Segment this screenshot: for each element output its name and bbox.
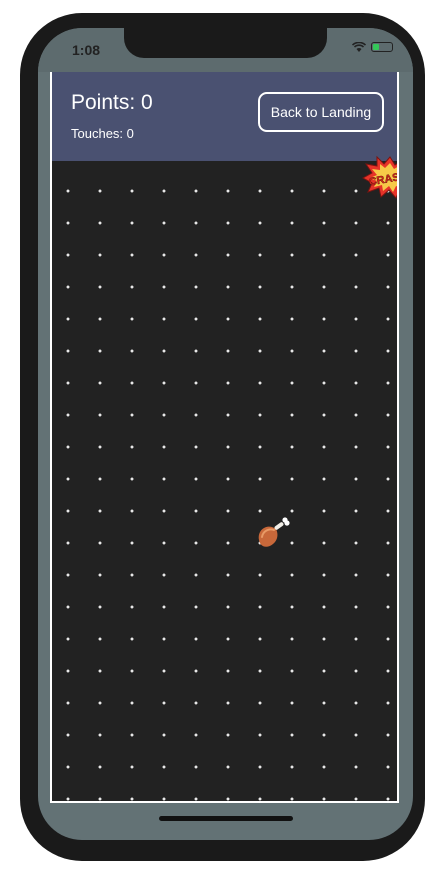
game-board[interactable]: Points: 0 Touches: 0 Back to Landing CRA… [50, 72, 399, 803]
status-time: 1:08 [72, 42, 101, 58]
score-header: Points: 0 Touches: 0 Back to Landing [52, 72, 397, 161]
wifi-icon [352, 42, 366, 52]
phone-screen: 1:08 Points: 0 Touches: 0 Back to Landin… [38, 28, 413, 840]
back-to-landing-button[interactable]: Back to Landing [258, 92, 384, 132]
crash-burst-icon: CRASH! [362, 155, 397, 199]
touches-label: Touches: 0 [71, 126, 134, 141]
battery-level [373, 44, 379, 50]
battery-icon [371, 42, 393, 52]
status-bar: 1:08 [38, 28, 413, 72]
chicken-drumstick-icon[interactable] [254, 515, 294, 555]
points-label: Points: 0 [71, 91, 153, 114]
notch [124, 28, 327, 58]
home-indicator[interactable] [159, 816, 293, 821]
status-icons [352, 42, 393, 52]
